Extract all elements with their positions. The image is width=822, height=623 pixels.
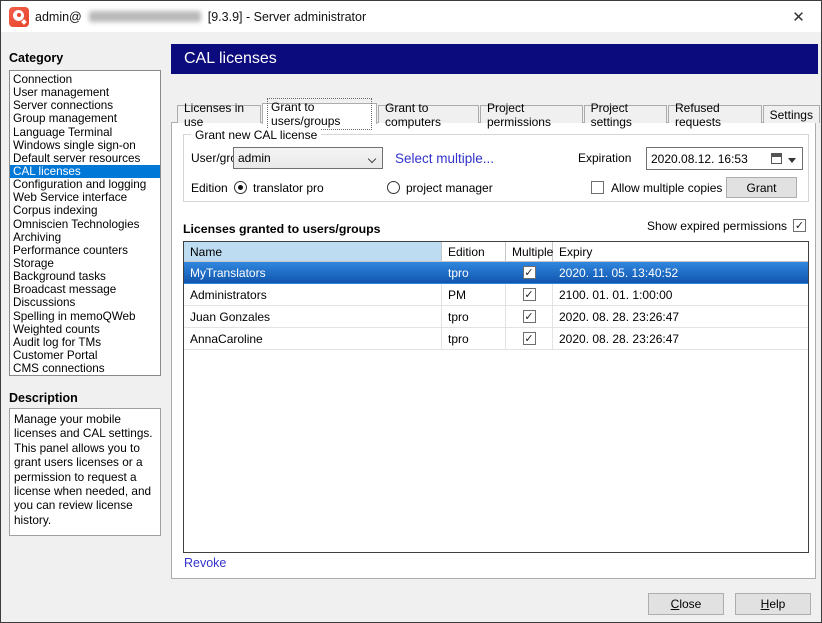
cell-expiry: 2020. 11. 05. 13:40:52 [553,262,808,283]
multiple-checkbox[interactable] [523,332,536,345]
revoke-link[interactable]: Revoke [184,556,226,570]
sidebar-item-storage[interactable]: Storage [10,257,160,270]
license-table-header: NameEditionMultipleExpiry [184,242,808,262]
cell-name: MyTranslators [184,262,442,283]
sidebar-item-cal-licenses[interactable]: CAL licenses [10,165,160,178]
tab-grant-to-users-groups[interactable]: Grant to users/groups [262,103,377,124]
sidebar-item-broadcast-message[interactable]: Broadcast message [10,283,160,296]
sidebar-item-archiving[interactable]: Archiving [10,231,160,244]
sidebar-item-web-service-interface[interactable]: Web Service interface [10,191,160,204]
cell-edition: tpro [442,328,506,349]
column-header-expiry[interactable]: Expiry [553,242,808,261]
sidebar-item-connection[interactable]: Connection [10,73,160,86]
sidebar-item-customer-portal[interactable]: Customer Portal [10,349,160,362]
license-table: NameEditionMultipleExpiry MyTranslatorst… [183,241,809,553]
table-row[interactable]: AdministratorsPM 2100. 01. 01. 1:00:00 [184,284,808,306]
expiration-label: Expiration [578,147,631,169]
tab-refused-requests[interactable]: Refused requests [668,105,762,123]
window-title-prefix: admin@ [35,10,82,24]
radio-translator-pro[interactable] [234,181,247,194]
sidebar-item-windows-single-sign-on[interactable]: Windows single sign-on [10,139,160,152]
user-group-dropdown[interactable]: admin [233,147,383,169]
description-text: Manage your mobile licenses and CAL sett… [9,408,161,536]
sidebar-item-cms-connections[interactable]: CMS connections [10,362,160,375]
category-list: ConnectionUser managementServer connecti… [9,70,161,376]
cell-expiry: 2020. 08. 28. 23:26:47 [553,306,808,327]
tab-project-permissions[interactable]: Project permissions [480,105,583,123]
select-multiple-link[interactable]: Select multiple... [395,151,494,166]
tab-licenses-in-use[interactable]: Licenses in use [177,105,261,123]
show-expired-checkbox[interactable] [793,219,806,232]
close-icon[interactable]: ✕ [776,1,821,32]
column-header-edition[interactable]: Edition [442,242,506,261]
cell-expiry: 2020. 08. 28. 23:26:47 [553,328,808,349]
cell-edition: tpro [442,262,506,283]
expiration-value: 2020.08.12. 16:53 [651,152,748,166]
column-header-multiple[interactable]: Multiple [506,242,553,261]
description-label: Description [9,391,78,405]
edition-label: Edition [191,177,228,199]
allow-multiple-copies-checkbox[interactable] [591,181,604,194]
table-row[interactable]: Juan Gonzalestpro 2020. 08. 28. 23:26:47 [184,306,808,328]
cell-name: AnnaCaroline [184,328,442,349]
sidebar-item-spelling-in-memoqweb[interactable]: Spelling in memoQWeb [10,310,160,323]
sidebar-item-audit-log-for-tms[interactable]: Audit log for TMs [10,336,160,349]
tab-settings[interactable]: Settings [763,105,820,123]
sidebar-item-configuration-and-logging[interactable]: Configuration and logging [10,178,160,191]
sidebar-item-user-management[interactable]: User management [10,86,160,99]
allow-multiple-copies-label: Allow multiple copies [611,177,722,199]
calendar-icon [771,153,782,164]
multiple-checkbox[interactable] [523,288,536,301]
granted-section-title: Licenses granted to users/groups [183,222,380,236]
server-administrator-window: admin@ [9.3.9] - Server administrator ✕ … [0,0,822,623]
table-row[interactable]: AnnaCarolinetpro 2020. 08. 28. 23:26:47 [184,328,808,350]
tab-project-settings[interactable]: Project settings [584,105,667,123]
sidebar-item-group-management[interactable]: Group management [10,112,160,125]
multiple-checkbox[interactable] [523,266,536,279]
radio-project-manager-label: project manager [406,177,493,199]
help-button[interactable]: Help [735,593,811,615]
cell-edition: PM [442,284,506,305]
memoq-logo-icon [9,7,29,27]
sidebar-item-weighted-counts[interactable]: Weighted counts [10,323,160,336]
cell-multiple [506,262,553,283]
category-label: Category [9,51,63,65]
show-expired-label: Show expired permissions [621,219,787,233]
expiration-datepicker[interactable]: 2020.08.12. 16:53 [646,147,803,170]
cell-multiple [506,306,553,327]
grant-button[interactable]: Grant [726,177,797,198]
cell-name: Administrators [184,284,442,305]
sidebar-item-default-server-resources[interactable]: Default server resources [10,152,160,165]
redacted-server-name [89,11,201,22]
cell-multiple [506,284,553,305]
sidebar-item-corpus-indexing[interactable]: Corpus indexing [10,204,160,217]
tab-strip: Licenses in useGrant to users/groupsGran… [177,102,821,123]
sidebar-item-performance-counters[interactable]: Performance counters [10,244,160,257]
cell-name: Juan Gonzales [184,306,442,327]
sidebar-item-language-terminal[interactable]: Language Terminal [10,126,160,139]
table-row[interactable]: MyTranslatorstpro 2020. 11. 05. 13:40:52 [184,262,808,284]
sidebar-item-discussions[interactable]: Discussions [10,296,160,309]
dropdown-arrow-icon [788,158,796,163]
column-header-name[interactable]: Name [184,242,442,261]
radio-project-manager[interactable] [387,181,400,194]
tab-grant-to-computers[interactable]: Grant to computers [378,105,479,123]
license-table-body: MyTranslatorstpro2020. 11. 05. 13:40:52A… [184,262,808,350]
cell-edition: tpro [442,306,506,327]
cell-expiry: 2100. 01. 01. 1:00:00 [553,284,808,305]
close-button[interactable]: Close [648,593,724,615]
window-title: admin@ [9.3.9] - Server administrator [35,10,366,24]
chevron-down-icon [368,155,376,163]
cell-multiple [506,328,553,349]
user-group-value: admin [238,151,271,165]
grant-groupbox-legend: Grant new CAL license [191,128,321,142]
multiple-checkbox[interactable] [523,310,536,323]
window-title-suffix: [9.3.9] - Server administrator [208,10,366,24]
radio-translator-pro-label: translator pro [253,177,324,199]
title-bar: admin@ [9.3.9] - Server administrator ✕ [1,1,821,32]
page-title: CAL licenses [171,44,818,74]
sidebar-item-server-connections[interactable]: Server connections [10,99,160,112]
sidebar-item-omniscien-technologies[interactable]: Omniscien Technologies [10,218,160,231]
sidebar-item-background-tasks[interactable]: Background tasks [10,270,160,283]
